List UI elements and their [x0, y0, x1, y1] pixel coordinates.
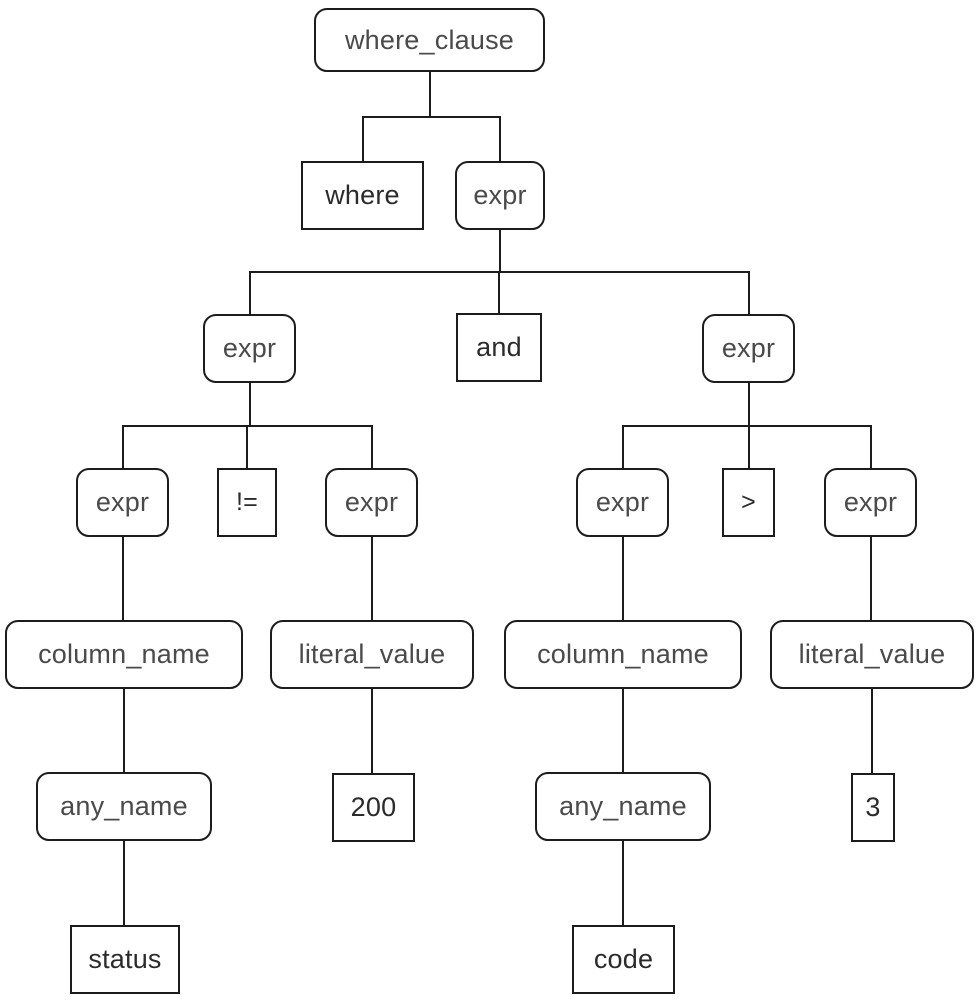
tree-node-: != [217, 468, 277, 537]
tree-node-3: 3 [851, 773, 895, 842]
edge-n_expr_R-n_op_gt [748, 426, 750, 468]
edge-bus-n_where_clause [362, 116, 501, 118]
edge-n_lit_L-n_200 [371, 689, 373, 773]
edge-n_col_R-n_any_R [622, 689, 624, 772]
edge-n_expr_RL-n_col_R [622, 537, 624, 620]
tree-node-code: code [572, 925, 675, 994]
tree-node-expr: expr [702, 314, 795, 383]
parse-tree-diagram: where_clausewhere expr expr and expr expr != ex… [0, 0, 980, 1000]
edge-n_expr_L-n_op_neq [246, 426, 248, 468]
edge-n_expr_root-n_and [498, 272, 500, 313]
edge-n_expr_root-n_expr_R [748, 272, 750, 314]
edge-n_expr_L-n_expr_LL [122, 426, 124, 468]
edge-n_expr_LL-n_col_L [122, 537, 124, 620]
tree-node-literal-value: literal_value [270, 620, 474, 689]
tree-node-200: 200 [332, 773, 415, 842]
tree-node-and: and [456, 313, 542, 382]
tree-node-column-name: column_name [504, 620, 742, 689]
edge-stem-n_expr_R [748, 383, 750, 426]
edge-n_expr_R-n_expr_RL [622, 426, 624, 468]
tree-node-expr: expr [325, 468, 418, 537]
tree-node-expr: expr [203, 314, 296, 383]
tree-node-expr: expr [455, 161, 545, 230]
tree-node-expr: expr [76, 468, 169, 537]
tree-node-: > [722, 468, 775, 537]
edge-n_lit_R-n_3 [871, 689, 873, 773]
edge-n_expr_RR-n_lit_R [870, 537, 872, 620]
edge-stem-n_expr_L [249, 383, 251, 426]
tree-node-expr: expr [576, 468, 669, 537]
edge-n_col_L-n_any_L [123, 689, 125, 772]
edge-n_where_clause-n_where [362, 117, 364, 161]
tree-node-where: where [301, 161, 424, 230]
edge-stem-n_where_clause [429, 72, 431, 117]
edge-n_where_clause-n_expr_root [499, 117, 501, 161]
edge-n_any_R-n_code [622, 841, 624, 925]
edge-n_expr_R-n_expr_RR [870, 426, 872, 468]
tree-node-expr: expr [824, 468, 917, 537]
tree-node-literal-value: literal_value [770, 620, 974, 689]
edge-n_expr_LR-n_lit_L [371, 537, 373, 620]
edge-n_expr_root-n_expr_L [249, 272, 251, 314]
edge-stem-n_expr_root [499, 230, 501, 272]
edge-n_any_L-n_status [123, 841, 125, 925]
tree-node-any-name: any_name [36, 772, 212, 841]
edge-n_expr_L-n_expr_LR [371, 426, 373, 468]
tree-node-status: status [70, 925, 180, 994]
tree-node-column-name: column_name [5, 620, 243, 689]
tree-node-where-clause: where_clause [314, 8, 545, 72]
tree-node-any-name: any_name [535, 772, 711, 841]
edge-bus-n_expr_R [622, 425, 872, 427]
